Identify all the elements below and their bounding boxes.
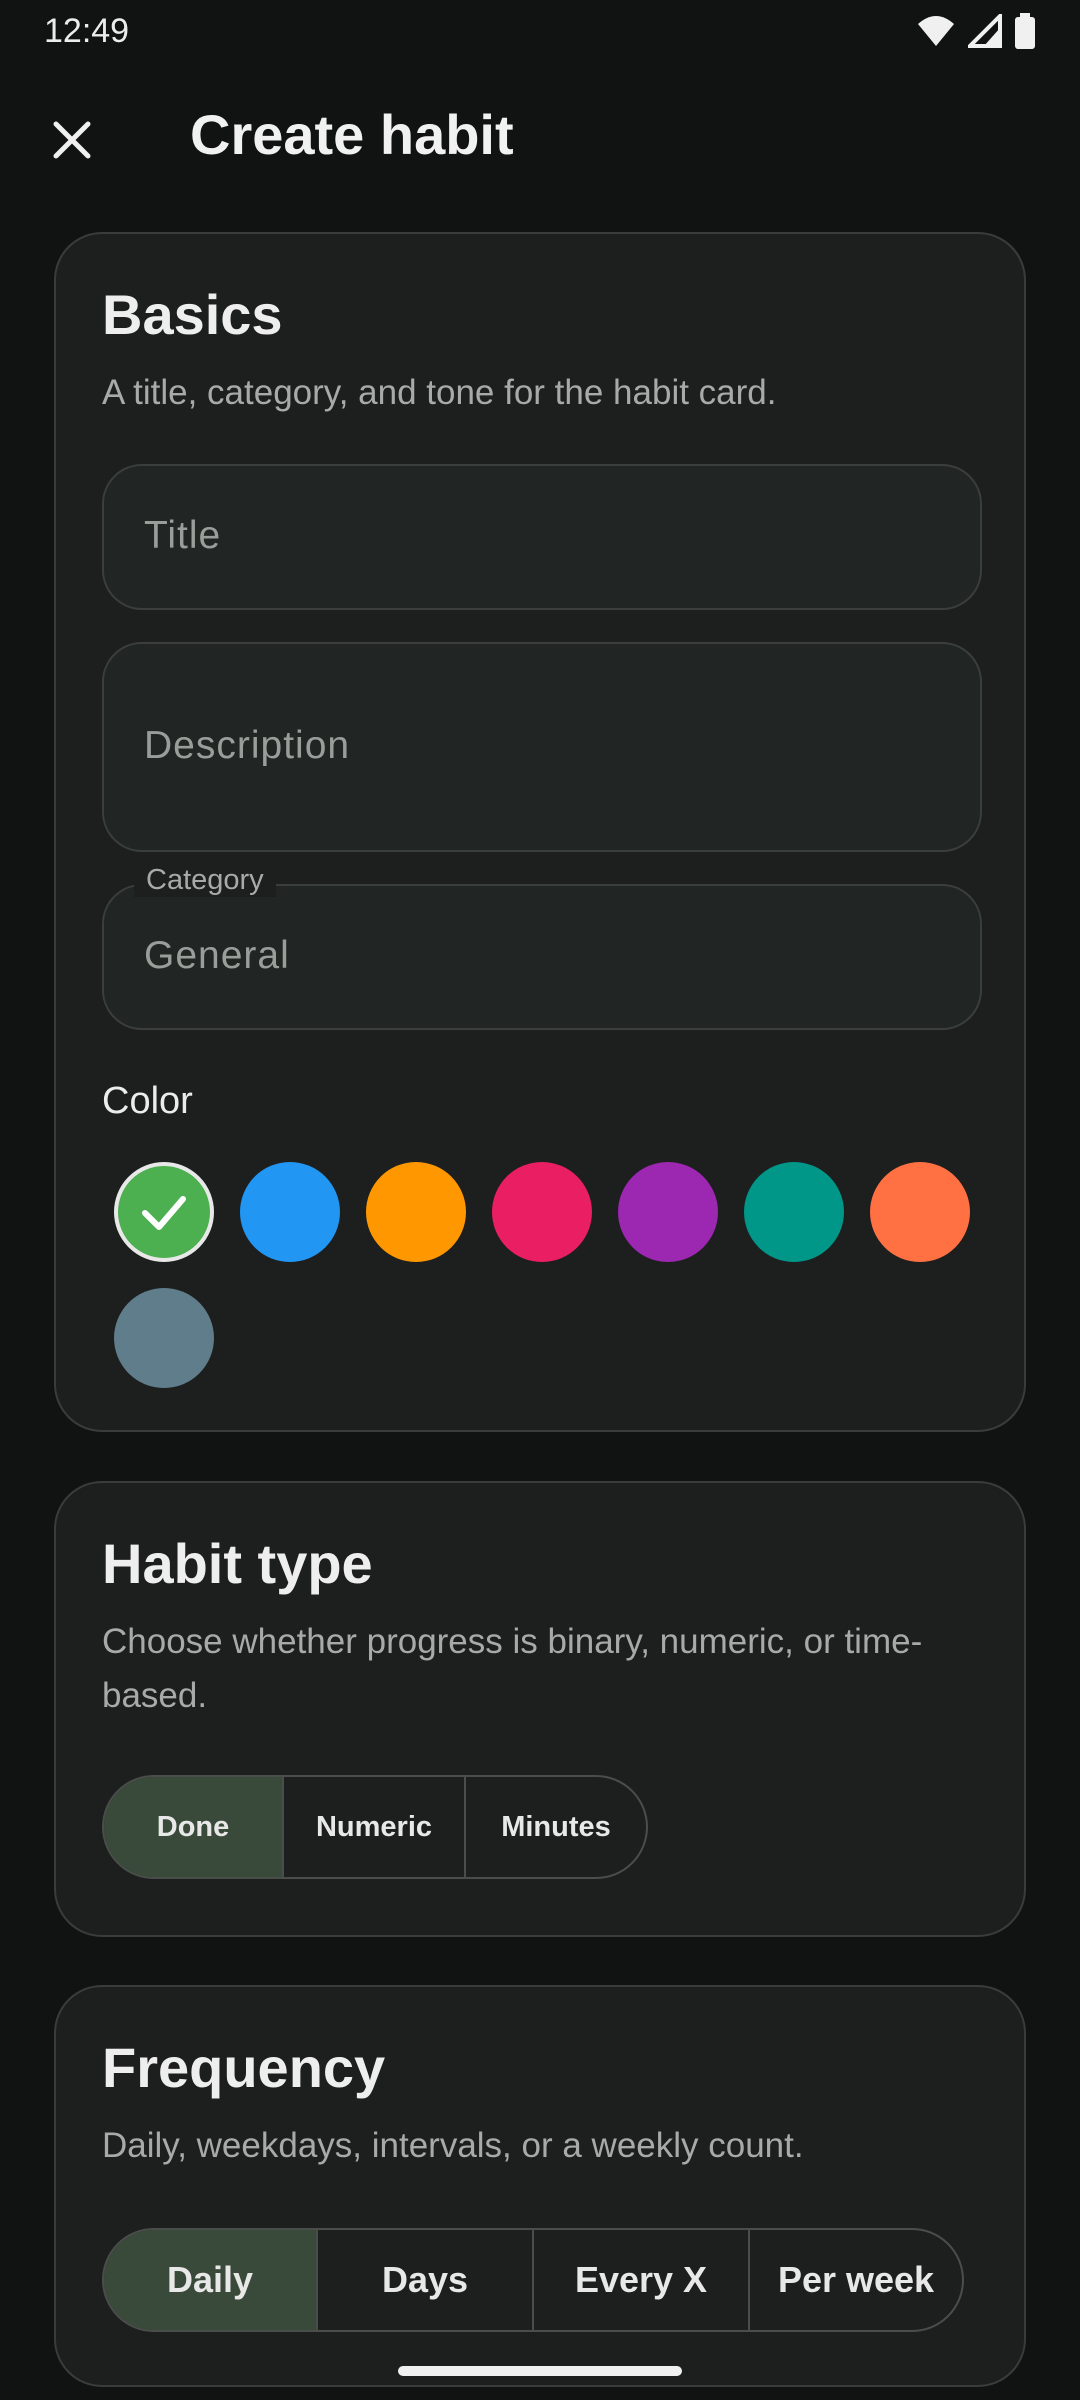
frequency-option-every-x[interactable]: Every X <box>534 2230 750 2330</box>
check-icon <box>142 1196 186 1230</box>
habit-type-option-label: Minutes <box>501 1810 611 1843</box>
color-swatch[interactable] <box>744 1162 844 1262</box>
color-swatch[interactable] <box>492 1162 592 1262</box>
frequency-option-label: Per week <box>777 2259 935 2300</box>
habit-type-card: Habit type Choose whether progress is bi… <box>54 1481 1026 1937</box>
basics-title: Basics <box>102 283 283 346</box>
frequency-option-label: Days <box>381 2259 469 2300</box>
color-swatch[interactable] <box>114 1162 214 1262</box>
basics-subtitle: A title, category, and tone for the habi… <box>102 373 777 412</box>
description-placeholder: Description <box>144 724 351 767</box>
frequency-segmented: Daily Days Every X Per week <box>102 2228 964 2332</box>
color-swatch[interactable] <box>618 1162 718 1262</box>
habit-type-option-minutes[interactable]: Minutes <box>466 1777 646 1877</box>
category-value: General <box>144 934 290 977</box>
close-icon <box>53 121 91 159</box>
habit-type-option-label: Done <box>156 1810 230 1843</box>
frequency-title: Frequency <box>102 2036 386 2099</box>
color-label: Color <box>102 1080 193 1122</box>
color-swatch[interactable] <box>366 1162 466 1262</box>
frequency-option-daily[interactable]: Daily <box>104 2230 318 2330</box>
title-input[interactable]: Title <box>102 464 982 610</box>
frequency-option-per-week[interactable]: Per week <box>750 2230 962 2330</box>
page-title: Create habit <box>190 103 514 166</box>
home-indicator <box>398 2366 682 2376</box>
basics-card: Basics A title, category, and tone for t… <box>54 232 1026 1432</box>
signal-icon <box>968 14 1002 48</box>
category-label: Category <box>134 864 276 897</box>
habit-type-segmented: Done Numeric Minutes <box>102 1775 648 1879</box>
habit-type-option-label: Numeric <box>315 1810 433 1843</box>
battery-icon <box>1015 13 1035 49</box>
habit-type-subtitle: Choose whether progress is binary, numer… <box>102 1622 923 1715</box>
status-bar: 12:49 <box>0 0 1080 62</box>
habit-type-title: Habit type <box>102 1532 373 1595</box>
status-time: 12:49 <box>44 11 130 50</box>
frequency-subtitle: Daily, weekdays, intervals, or a weekly … <box>102 2126 804 2165</box>
app-bar: Create habit <box>0 62 1080 210</box>
frequency-option-days[interactable]: Days <box>318 2230 534 2330</box>
frequency-card: Frequency Daily, weekdays, intervals, or… <box>54 1985 1026 2387</box>
color-swatch[interactable] <box>870 1162 970 1262</box>
wifi-icon <box>918 16 954 46</box>
color-swatch[interactable] <box>114 1288 214 1388</box>
description-input[interactable]: Description <box>102 642 982 852</box>
status-icons <box>916 13 1036 49</box>
frequency-option-label: Daily <box>166 2259 254 2300</box>
close-button[interactable] <box>32 100 112 180</box>
category-field[interactable]: Category General <box>102 864 982 1030</box>
frequency-option-label: Every X <box>574 2259 708 2300</box>
habit-type-option-done[interactable]: Done <box>104 1777 284 1877</box>
title-placeholder: Title <box>144 514 222 557</box>
color-swatch[interactable] <box>240 1162 340 1262</box>
habit-type-option-numeric[interactable]: Numeric <box>284 1777 466 1877</box>
